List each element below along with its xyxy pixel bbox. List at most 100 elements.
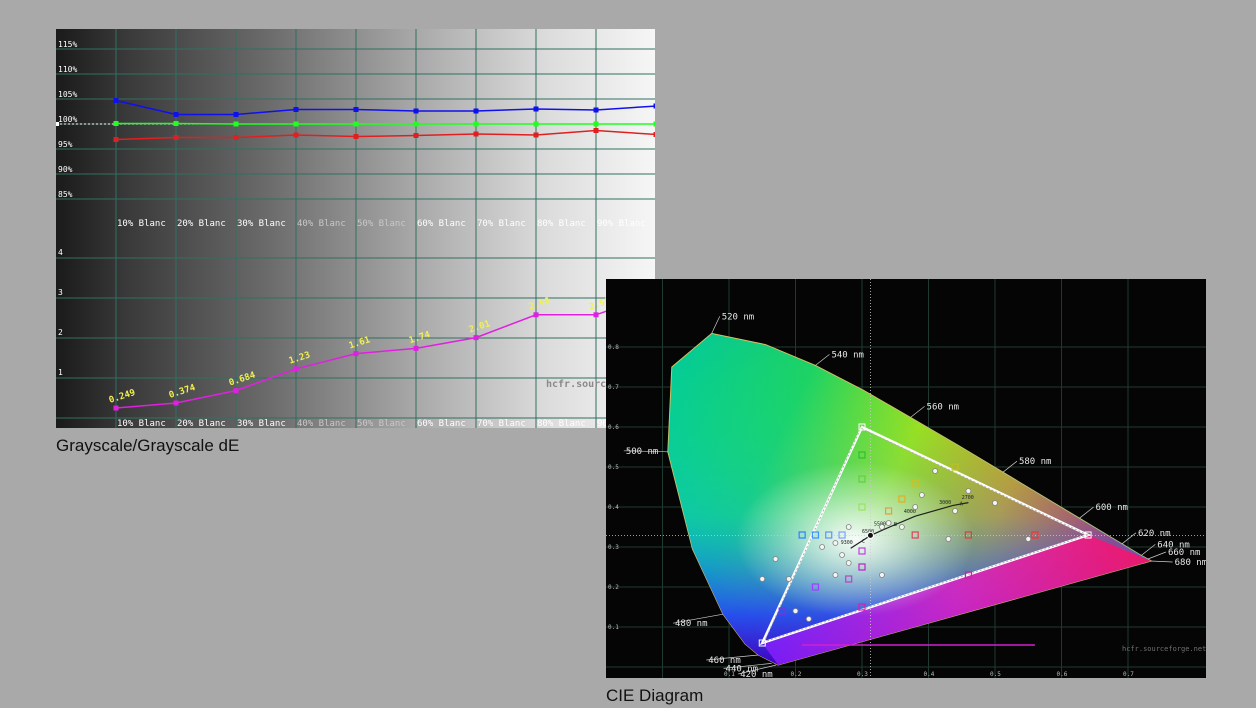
cct-label: 4000 bbox=[904, 509, 916, 515]
measurement-circle bbox=[918, 492, 925, 498]
data-point-red bbox=[113, 137, 119, 142]
data-point-blue bbox=[533, 106, 539, 112]
wavelength-leader bbox=[1141, 544, 1156, 556]
wavelength-leader bbox=[1121, 532, 1137, 545]
data-point-blue bbox=[593, 107, 599, 113]
measurement-circle bbox=[845, 560, 852, 566]
series-line-blue bbox=[115, 99, 655, 116]
measurement-circle bbox=[759, 576, 766, 582]
measurement-circle bbox=[839, 552, 845, 558]
de-x-category-label: 30% Blanc bbox=[237, 419, 286, 428]
series-line-red bbox=[115, 129, 655, 141]
y-tick-label: 100% bbox=[58, 115, 77, 124]
wavelength-label: 580 nm bbox=[1019, 457, 1052, 467]
data-point-red bbox=[653, 132, 655, 137]
cct-label: 2700 bbox=[962, 495, 974, 501]
y-tick-label: 110% bbox=[58, 65, 77, 74]
grayscale-caption: Grayscale/Grayscale dE bbox=[56, 436, 240, 455]
data-point-blue bbox=[653, 103, 655, 109]
cie-x-tick-label: 0.2 bbox=[791, 671, 802, 678]
measurement-circle bbox=[992, 500, 998, 506]
measurement-circle bbox=[785, 576, 792, 582]
data-point-red bbox=[413, 133, 419, 138]
data-point-blue bbox=[473, 108, 479, 114]
data-point-green bbox=[653, 121, 655, 127]
cct-label: A bbox=[960, 501, 963, 507]
de-data-label: 0.684 bbox=[228, 370, 257, 388]
data-point-blue bbox=[113, 98, 119, 103]
wavelength-leader bbox=[1147, 551, 1167, 560]
measurement-circle bbox=[879, 572, 885, 578]
cct-label: B bbox=[894, 522, 897, 528]
cie-x-tick-label: 0.1 bbox=[724, 671, 735, 678]
white-point bbox=[866, 531, 874, 539]
cie-diagram-svg: 930065005500400030002700BAC520 nm540 nm5… bbox=[606, 279, 1206, 678]
measurement-circle bbox=[879, 524, 885, 530]
data-point-green bbox=[413, 121, 419, 127]
y-tick-label: 95% bbox=[58, 140, 73, 149]
y-tick-label: 105% bbox=[58, 90, 77, 99]
cct-label: 9300 bbox=[841, 540, 853, 546]
wavelength-label: 680 nm bbox=[1175, 558, 1206, 568]
x-category-label: 70% Blanc bbox=[477, 219, 526, 229]
measurement-circle bbox=[945, 536, 952, 542]
cie-x-tick-label: 0.7 bbox=[1123, 671, 1134, 678]
wavelength-label: 480 nm bbox=[675, 619, 708, 629]
x-category-label: 60% Blanc bbox=[417, 219, 466, 229]
de-data-point bbox=[413, 345, 419, 351]
de-y-tick-label: 1 bbox=[58, 368, 63, 377]
data-point-green bbox=[233, 121, 239, 127]
cie-y-tick-label: 0.8 bbox=[608, 344, 619, 351]
data-point-red bbox=[233, 135, 239, 140]
de-data-point bbox=[473, 335, 479, 341]
wavelength-leader bbox=[910, 406, 925, 418]
de-y-tick-label: 4 bbox=[58, 248, 63, 257]
cie-diagram: 9300 6500 5500 4000 3000 2700 B A C 520 nm 540 nm 5… bbox=[606, 279, 1206, 678]
wavelength-label: 600 nm bbox=[1095, 503, 1128, 513]
data-point-red bbox=[173, 135, 179, 140]
de-data-point bbox=[353, 351, 359, 357]
measurement-circle bbox=[805, 616, 812, 622]
de-x-category-label: 40% Blanc bbox=[297, 419, 346, 428]
cie-y-tick-label: 0.2 bbox=[608, 584, 619, 591]
data-point-blue bbox=[353, 107, 359, 112]
y-tick-label: 90% bbox=[58, 165, 73, 174]
cie-x-tick-label: 0.4 bbox=[924, 671, 935, 678]
x-category-label: 90% Blanc bbox=[597, 219, 646, 229]
data-point-blue bbox=[173, 112, 179, 117]
data-point-red bbox=[293, 132, 299, 138]
y-tick-label: 85% bbox=[58, 190, 73, 199]
wavelength-leader bbox=[711, 316, 721, 334]
de-x-category-label: 70% Blanc bbox=[477, 419, 526, 428]
de-data-label: 0.249 bbox=[108, 388, 137, 406]
measurement-circle bbox=[819, 544, 826, 550]
wavelength-label: 560 nm bbox=[927, 402, 960, 412]
measurement-circle bbox=[1025, 536, 1032, 542]
measurement-circle bbox=[952, 508, 959, 514]
wavelength-leader bbox=[1079, 506, 1094, 519]
measurement-circle bbox=[792, 608, 799, 614]
grayscale-chart-svg: 115% 110% 105% 100% 95% 90% 85% 10% Blanc 20% Bl… bbox=[56, 29, 655, 428]
wavelength-label: 520 nm bbox=[722, 312, 755, 322]
data-point-red bbox=[533, 132, 539, 138]
x-category-label: 40% Blanc bbox=[297, 219, 346, 229]
de-x-category-label: 60% Blanc bbox=[417, 419, 466, 428]
measurement-circle bbox=[832, 572, 839, 578]
wavelength-label: 500 nm bbox=[626, 447, 659, 457]
data-point-blue bbox=[293, 107, 299, 112]
data-point-green bbox=[353, 121, 359, 127]
de-series-line bbox=[115, 293, 655, 409]
wavelength-leader bbox=[815, 354, 830, 366]
de-data-point bbox=[293, 366, 299, 372]
de-x-category-label: 50% Blanc bbox=[357, 419, 406, 428]
wavelength-label: 420 nm bbox=[740, 670, 773, 678]
x-category-label: 10% Blanc bbox=[117, 219, 166, 229]
de-data-label: 1.74 bbox=[408, 330, 432, 346]
de-data-point bbox=[113, 405, 119, 411]
measurement-circle bbox=[845, 524, 852, 530]
measurement-circle bbox=[965, 488, 972, 494]
de-y-tick-label: 3 bbox=[58, 288, 63, 297]
y-tick-label: 115% bbox=[58, 40, 77, 49]
measurement-circle bbox=[832, 540, 839, 546]
data-point-green bbox=[293, 121, 299, 127]
